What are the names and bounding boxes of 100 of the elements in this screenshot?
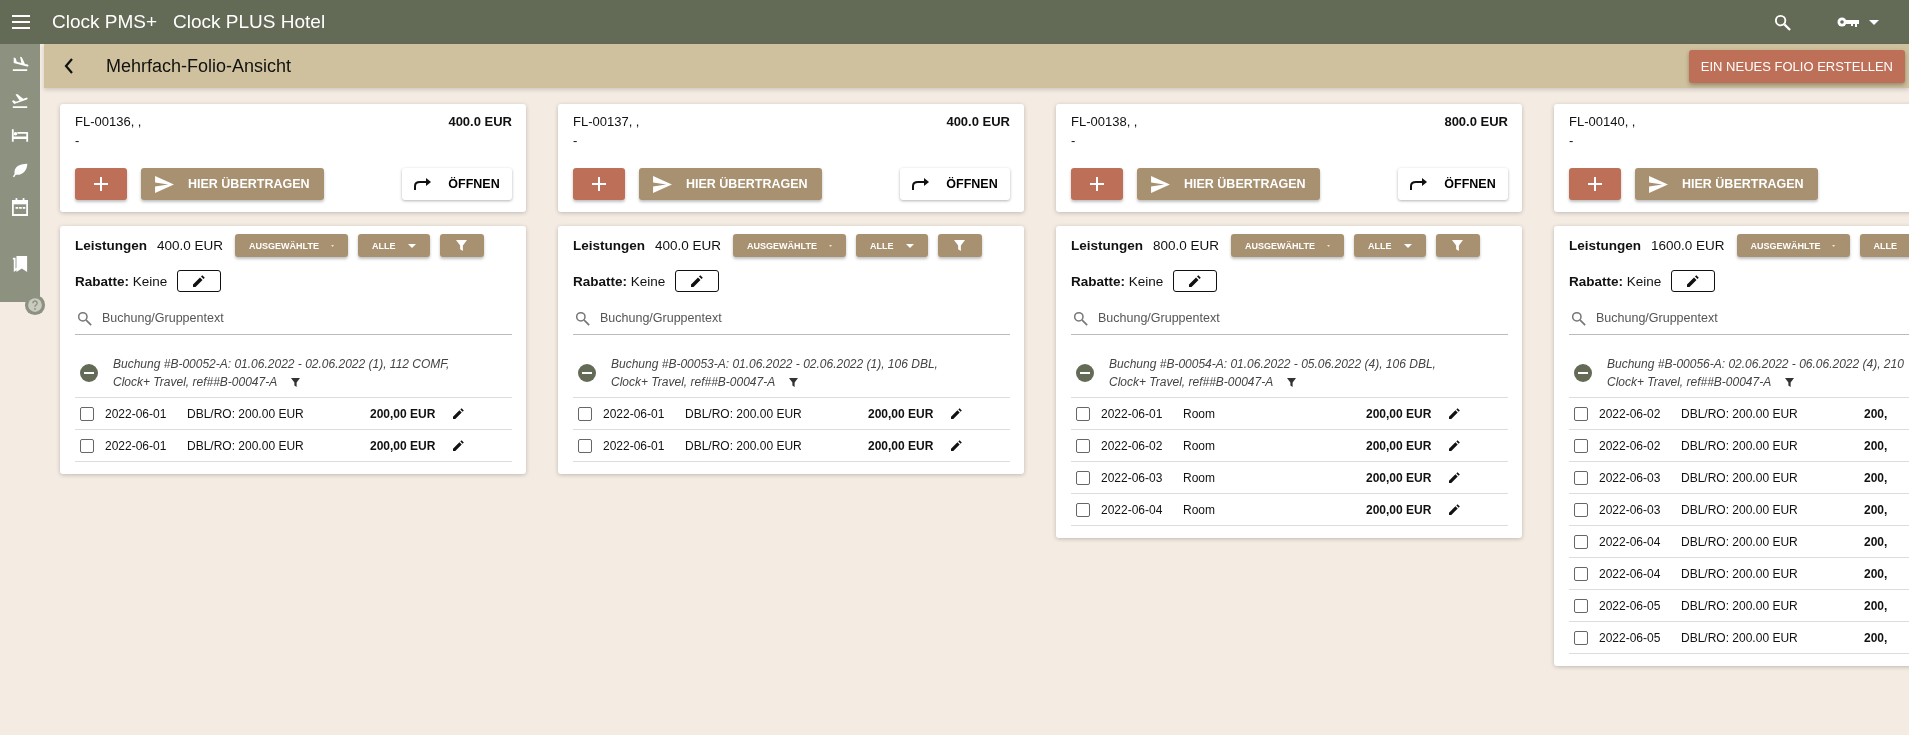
item-date: 2022-06-03	[1599, 470, 1662, 485]
item-amount: 200,	[1864, 598, 1889, 613]
booking-text: Buchung #B-00053-A: 01.06.2022 - 02.06.2022 (1), 106 DBL, Clock+ Travel, ref##B-00047-A	[611, 356, 938, 391]
create-folio-button[interactable]: EIN NEUES FOLIO ERSTELLEN	[1688, 49, 1905, 83]
edit-discount-button[interactable]	[1671, 270, 1716, 292]
checkbox[interactable]	[1076, 438, 1090, 453]
dropdown-button[interactable]: ALLE	[358, 234, 430, 257]
edit-icon[interactable]	[1449, 408, 1460, 419]
transfer-button[interactable]: HIER ÜBERTRAGEN	[639, 168, 822, 200]
share-arrow-icon	[912, 178, 931, 190]
leaf-icon[interactable]	[11, 162, 29, 179]
open-button[interactable]: ÖFFNEN	[1398, 168, 1508, 200]
item-description: DBL/RO: 200.00 EUR	[187, 438, 305, 453]
collapse-icon[interactable]	[1573, 363, 1593, 383]
calendar-icon[interactable]	[12, 198, 28, 216]
dropdown-button[interactable]: AUSGEWÄHLTE	[235, 234, 349, 257]
filter-button[interactable]	[937, 234, 982, 257]
dropdown-button[interactable]: ALLE	[1859, 234, 1909, 257]
checkbox[interactable]	[1574, 598, 1588, 613]
plus-icon	[1588, 177, 1602, 191]
dropdown-button[interactable]: ALLE	[856, 234, 928, 257]
edit-icon[interactable]	[1449, 472, 1460, 483]
edit-icon[interactable]	[1449, 440, 1460, 451]
checkbox[interactable]	[1076, 502, 1090, 517]
folio-number: FL-00138, ,	[1071, 114, 1138, 129]
edit-icon[interactable]	[1449, 504, 1460, 515]
filter-button[interactable]	[1435, 234, 1480, 257]
edit-discount-button[interactable]	[1173, 270, 1218, 292]
search-icon	[1073, 310, 1088, 326]
back-icon[interactable]	[64, 58, 74, 74]
filter-button[interactable]	[439, 234, 484, 257]
dropdown-button[interactable]: AUSGEWÄHLTE	[1231, 234, 1345, 257]
collapse-icon[interactable]	[79, 363, 99, 383]
filter-icon[interactable]	[291, 378, 301, 387]
transfer-button[interactable]: HIER ÜBERTRAGEN	[1137, 168, 1320, 200]
dropdown-button[interactable]: AUSGEWÄHLTE	[733, 234, 847, 257]
menu-icon[interactable]	[12, 15, 30, 29]
item-description: DBL/RO: 200.00 EUR	[1681, 406, 1799, 421]
filter-icon[interactable]	[789, 378, 799, 387]
checkbox[interactable]	[1574, 502, 1588, 517]
transfer-button[interactable]: HIER ÜBERTRAGEN	[1635, 168, 1818, 200]
open-button[interactable]: ÖFFNEN	[402, 168, 512, 200]
checkbox[interactable]	[1076, 470, 1090, 485]
open-button[interactable]: ÖFFNEN	[900, 168, 1010, 200]
search-field[interactable]: Buchung/Gruppentext	[100, 310, 512, 326]
edit-icon[interactable]	[951, 408, 962, 419]
checkbox[interactable]	[1574, 630, 1588, 645]
checkbox[interactable]	[1574, 406, 1588, 421]
filter-icon[interactable]	[1785, 378, 1795, 387]
item-amount: 200,00 EUR	[1366, 502, 1433, 517]
plane-takeoff-icon[interactable]	[11, 91, 29, 109]
folio-number: FL-00136, ,	[75, 114, 142, 129]
transfer-button[interactable]: HIER ÜBERTRAGEN	[141, 168, 324, 200]
item-date: 2022-06-01	[105, 406, 168, 421]
send-icon	[653, 175, 672, 193]
send-icon	[1649, 175, 1668, 193]
checkbox[interactable]	[80, 406, 94, 421]
item-description: DBL/RO: 200.00 EUR	[1681, 598, 1799, 613]
checkbox[interactable]	[1574, 566, 1588, 581]
checkbox[interactable]	[578, 406, 592, 421]
item-description: DBL/RO: 200.00 EUR	[1681, 470, 1799, 485]
checkbox[interactable]	[1076, 406, 1090, 421]
edit-icon[interactable]	[951, 440, 962, 451]
folio-subtitle: -	[1071, 133, 1077, 148]
dropdown-button[interactable]: AUSGEWÄHLTE	[1736, 234, 1850, 257]
edit-icon[interactable]	[453, 440, 464, 451]
checkbox[interactable]	[80, 438, 94, 453]
add-button[interactable]	[75, 168, 127, 200]
edit-discount-button[interactable]	[675, 270, 720, 292]
edit-icon[interactable]	[453, 408, 464, 419]
bookmarks-icon[interactable]	[12, 255, 28, 273]
collapse-icon[interactable]	[1075, 363, 1095, 383]
help-icon[interactable]	[24, 294, 46, 316]
bed-icon[interactable]	[11, 128, 29, 143]
dropdown-button[interactable]: ALLE	[1354, 234, 1426, 257]
add-button[interactable]	[1071, 168, 1123, 200]
item-date: 2022-06-01	[1101, 406, 1164, 421]
caret-icon[interactable]	[1869, 19, 1879, 25]
item-description: DBL/RO: 200.00 EUR	[187, 406, 305, 421]
checkbox[interactable]	[1574, 438, 1588, 453]
search-field[interactable]: Buchung/Gruppentext	[1096, 310, 1508, 326]
services-label: Leistungen	[1071, 238, 1143, 253]
item-description: DBL/RO: 200.00 EUR	[685, 406, 803, 421]
search-icon[interactable]	[1774, 13, 1791, 31]
key-icon[interactable]	[1837, 16, 1859, 28]
checkbox[interactable]	[1574, 470, 1588, 485]
edit-discount-button[interactable]	[177, 270, 222, 292]
collapse-icon[interactable]	[577, 363, 597, 383]
checkbox[interactable]	[578, 438, 592, 453]
plus-icon	[592, 177, 606, 191]
search-field[interactable]: Buchung/Gruppentext	[598, 310, 1010, 326]
add-button[interactable]	[1569, 168, 1621, 200]
add-button[interactable]	[573, 168, 625, 200]
item-description: DBL/RO: 200.00 EUR	[1681, 566, 1799, 581]
search-field[interactable]: Buchung/Gruppentext	[1594, 310, 1909, 326]
plane-landing-icon[interactable]	[11, 54, 29, 72]
filter-icon[interactable]	[1287, 378, 1297, 387]
page-title: Mehrfach-Folio-Ansicht	[106, 55, 292, 77]
checkbox[interactable]	[1574, 534, 1588, 549]
item-date: 2022-06-04	[1599, 534, 1662, 549]
